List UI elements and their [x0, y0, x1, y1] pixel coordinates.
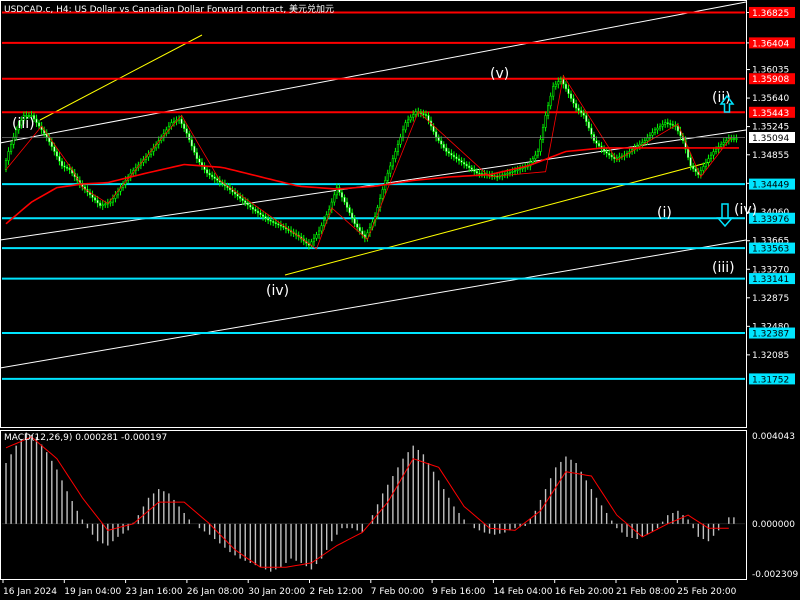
time-tick-label: 7 Feb 00:00	[371, 587, 425, 597]
time-tick-label: 26 Jan 08:00	[187, 587, 244, 597]
time-tick-label: 9 Feb 16:00	[432, 587, 486, 597]
level-tag-text-3: 1.35443	[752, 109, 789, 119]
time-tick-label: 30 Jan 20:00	[248, 587, 305, 597]
level-tag-text-1: 1.36404	[752, 39, 789, 49]
macd-tick-label: 0.004043	[752, 432, 795, 442]
price-tick-label: 1.32875	[752, 294, 789, 304]
usdcad-chart: 1.368251.364041.360351.356401.352451.348…	[0, 0, 800, 600]
wave-label-iv-left: (iv)	[266, 283, 289, 299]
level-tag-text-5: 1.33976	[752, 215, 789, 225]
level-tag-text-2: 1.35908	[752, 75, 789, 85]
time-tick-label: 2 Feb 12:00	[310, 587, 364, 597]
time-tick-label: 23 Jan 16:00	[126, 587, 183, 597]
time-tick-label: 21 Feb 08:00	[616, 587, 675, 597]
wave-label-i: (i)	[657, 205, 672, 221]
price-tick-label: 1.32085	[752, 351, 789, 361]
time-tick-label: 16 Jan 2024	[3, 587, 57, 597]
macd-label: MACD(12,26,9) 0.000281 -0.000197	[4, 433, 167, 443]
time-tick-label: 16 Feb 20:00	[555, 587, 614, 597]
current-price-text: 1.35094	[752, 134, 789, 144]
price-tick-label: 1.35245	[752, 123, 789, 133]
time-tick-label: 25 Feb 20:00	[677, 587, 736, 597]
time-tick-label: 19 Jan 04:00	[64, 587, 121, 597]
chart-title: USDCAD.c, H4: US Dollar vs Canadian Doll…	[4, 3, 334, 15]
level-tag-text-4: 1.34449	[752, 181, 789, 191]
wave-label-iii-right: (iii)	[712, 260, 735, 276]
level-tag-text-6: 1.33563	[752, 245, 789, 255]
time-tick-label: 14 Feb 04:00	[493, 587, 552, 597]
macd-tick-label: -0.002309	[752, 570, 798, 580]
wave-label-iv-right: (iv)	[734, 202, 757, 218]
price-tick-label: 1.35640	[752, 94, 789, 104]
price-tick-label: 1.34855	[752, 151, 789, 161]
level-tag-text-9: 1.31752	[752, 375, 789, 385]
level-tag-text-7: 1.33141	[752, 275, 789, 285]
wave-label-iii-left: (iii)	[12, 116, 35, 132]
macd-tick-label: 0.000000	[752, 520, 795, 530]
level-tag-text-0: 1.36825	[752, 9, 789, 19]
level-tag-text-8: 1.32387	[752, 330, 789, 340]
wave-label-v: (v)	[490, 66, 509, 82]
